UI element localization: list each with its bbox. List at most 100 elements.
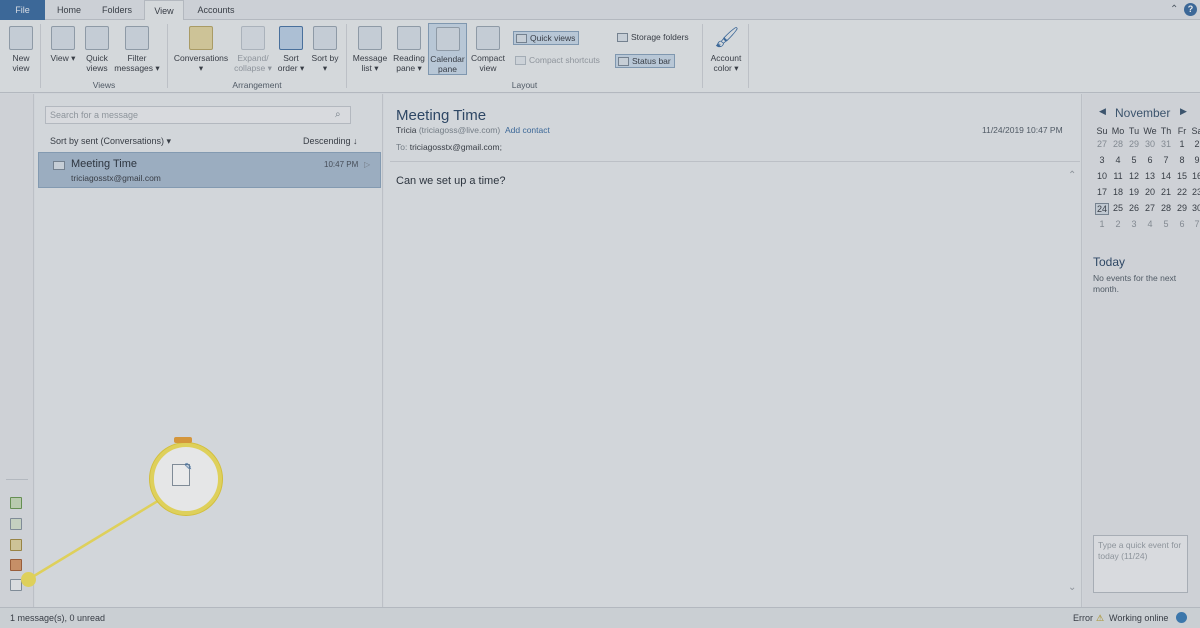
divider bbox=[167, 24, 168, 88]
pin-icon: ✎ bbox=[184, 462, 193, 473]
calendar-day[interactable]: 10 bbox=[1095, 171, 1109, 181]
sender-line: Tricia (triciagoss@live.com) Add contact bbox=[396, 125, 550, 135]
storage-folders-toggle[interactable]: Storage folders bbox=[615, 31, 692, 45]
calendar-day[interactable]: 4 bbox=[1143, 219, 1157, 229]
group-label-arrangement: Arrangement bbox=[232, 80, 282, 90]
message-subject: Meeting Time bbox=[71, 158, 138, 170]
calendar-day[interactable]: 25 bbox=[1111, 203, 1125, 213]
calendar-day[interactable]: 3 bbox=[1095, 155, 1109, 165]
view-button[interactable]: View ▾ bbox=[47, 26, 79, 63]
no-events-text: No events for the next month. bbox=[1093, 273, 1177, 294]
sort-dropdown[interactable]: Sort by sent (Conversations) ▾ bbox=[50, 136, 171, 147]
calendar-day[interactable]: 26 bbox=[1127, 203, 1141, 213]
expand-collapse-button[interactable]: Expand/ collapse ▾ bbox=[234, 26, 272, 73]
flag-icon[interactable]: ▷ bbox=[364, 160, 370, 169]
search-icon[interactable]: ⌕ bbox=[335, 109, 341, 120]
compact-shortcuts-toggle[interactable]: Compact shortcuts bbox=[513, 54, 603, 68]
calendar-pane: ◀ November ▶ Su Mo Tu We Th Fr Sa 27 28 29 30 31 1 2 3… bbox=[1083, 94, 1200, 607]
calendar-day[interactable]: 13 bbox=[1143, 171, 1157, 181]
calendar-day[interactable]: 27 bbox=[1143, 203, 1157, 213]
quick-views-button[interactable]: Quick views bbox=[82, 26, 112, 73]
error-label[interactable]: Error bbox=[1073, 608, 1093, 628]
calendar-day[interactable]: 29 bbox=[1127, 139, 1141, 149]
reading-pane: Meeting Time Tricia (triciagoss@live.com… bbox=[384, 94, 1082, 607]
next-month-icon[interactable]: ▶ bbox=[1180, 106, 1187, 117]
mail-nav-icon[interactable] bbox=[10, 497, 22, 509]
calendar-day[interactable]: 14 bbox=[1159, 171, 1173, 181]
reading-pane-button[interactable]: Reading pane ▾ bbox=[391, 26, 427, 73]
message-date: 11/24/2019 10:47 PM bbox=[982, 125, 1063, 135]
tab-folders[interactable]: Folders bbox=[94, 0, 140, 20]
message-count: 1 message(s), 0 unread bbox=[10, 613, 106, 623]
calendar-day[interactable]: 7 bbox=[1159, 155, 1173, 165]
calendar-day[interactable]: 7 bbox=[1190, 219, 1200, 229]
calendar-day[interactable]: 9 bbox=[1190, 155, 1200, 165]
calendar-day[interactable]: 17 bbox=[1095, 187, 1109, 197]
tab-file[interactable]: File bbox=[0, 0, 45, 20]
calendar-day[interactable]: 8 bbox=[1175, 155, 1189, 165]
calendar-day[interactable]: 5 bbox=[1127, 155, 1141, 165]
calendar-day[interactable]: 18 bbox=[1111, 187, 1125, 197]
scroll-down-icon[interactable]: ⌄ bbox=[1068, 582, 1076, 593]
weekday-label: Th bbox=[1160, 126, 1172, 136]
calendar-day[interactable]: 6 bbox=[1175, 219, 1189, 229]
calendar-day[interactable]: 19 bbox=[1127, 187, 1141, 197]
calendar-day[interactable]: 31 bbox=[1159, 139, 1173, 149]
online-status[interactable]: Working online bbox=[1109, 608, 1168, 628]
calendar-day[interactable]: 15 bbox=[1175, 171, 1189, 181]
calendar-day[interactable]: 11 bbox=[1111, 171, 1125, 181]
calendar-day[interactable]: 12 bbox=[1127, 171, 1141, 181]
calendar-day[interactable]: 23 bbox=[1190, 187, 1200, 197]
calendar-day[interactable]: 2 bbox=[1111, 219, 1125, 229]
new-view-button[interactable]: New view bbox=[5, 26, 37, 73]
prev-month-icon[interactable]: ◀ bbox=[1099, 106, 1106, 117]
add-contact-link[interactable]: Add contact bbox=[505, 125, 550, 135]
calendar-day[interactable]: 6 bbox=[1143, 155, 1157, 165]
divider bbox=[390, 161, 1080, 162]
calendar-pane-button[interactable]: Calendar pane bbox=[428, 23, 467, 75]
tab-home[interactable]: Home bbox=[50, 0, 88, 20]
calendar-day[interactable]: 3 bbox=[1127, 219, 1141, 229]
help-icon[interactable]: ? bbox=[1184, 3, 1197, 16]
quick-views-toggle[interactable]: Quick views bbox=[513, 31, 580, 45]
calendar-day[interactable]: 2 bbox=[1190, 139, 1200, 149]
tab-accounts[interactable]: Accounts bbox=[190, 0, 242, 20]
tab-view[interactable]: View bbox=[144, 0, 184, 21]
calendar-day[interactable]: 22 bbox=[1175, 187, 1189, 197]
calendar-day[interactable]: 30 bbox=[1190, 203, 1200, 213]
calendar-day[interactable]: 4 bbox=[1111, 155, 1125, 165]
sort-by-button[interactable]: Sort by ▾ bbox=[310, 26, 340, 73]
calendar-day[interactable]: 29 bbox=[1175, 203, 1189, 213]
calendar-day[interactable]: 24 bbox=[1095, 203, 1109, 215]
calendar-day[interactable]: 20 bbox=[1143, 187, 1157, 197]
quick-event-input[interactable]: Type a quick event for today (11/24) bbox=[1093, 535, 1188, 593]
status-bar-toggle[interactable]: Status bar bbox=[615, 54, 675, 68]
calendar-day[interactable]: 28 bbox=[1159, 203, 1173, 213]
calendar-nav-icon[interactable] bbox=[10, 518, 22, 530]
conversations-button[interactable]: Conversations ▾ bbox=[171, 26, 231, 73]
weekday-label: Mo bbox=[1111, 126, 1125, 136]
message-list-button[interactable]: Message list ▾ bbox=[351, 26, 389, 73]
calendar-day[interactable]: 1 bbox=[1095, 219, 1109, 229]
account-color-button[interactable]: 🖌 Account color ▾ bbox=[707, 26, 745, 73]
contacts-nav-icon[interactable] bbox=[10, 539, 22, 551]
scroll-up-icon[interactable]: ⌃ bbox=[1068, 170, 1076, 181]
list-item-message[interactable]: Meeting Time triciagosstx@gmail.com 10:4… bbox=[38, 152, 381, 188]
callout-crown-icon bbox=[174, 437, 192, 443]
compact-view-button[interactable]: Compact view bbox=[469, 26, 507, 73]
message-sender: triciagosstx@gmail.com bbox=[71, 173, 161, 183]
collapse-ribbon-icon[interactable]: ⌃ bbox=[1170, 4, 1178, 15]
calendar-day[interactable]: 27 bbox=[1095, 139, 1109, 149]
calendar-day[interactable]: 1 bbox=[1175, 139, 1189, 149]
sort-order-toggle[interactable]: Descending ↓ bbox=[303, 136, 358, 146]
calendar-day[interactable]: 16 bbox=[1190, 171, 1200, 181]
filter-messages-button[interactable]: Filter messages ▾ bbox=[114, 26, 160, 73]
calendar-day[interactable]: 21 bbox=[1159, 187, 1173, 197]
calendar-day[interactable]: 28 bbox=[1111, 139, 1125, 149]
calendar-day[interactable]: 30 bbox=[1143, 139, 1157, 149]
calendar-day[interactable]: 5 bbox=[1159, 219, 1173, 229]
sort-order-button[interactable]: Sort order ▾ bbox=[274, 26, 308, 73]
search-input[interactable]: Search for a message bbox=[45, 106, 351, 124]
feeds-nav-icon[interactable] bbox=[10, 559, 22, 571]
group-label-layout: Layout bbox=[511, 80, 538, 90]
